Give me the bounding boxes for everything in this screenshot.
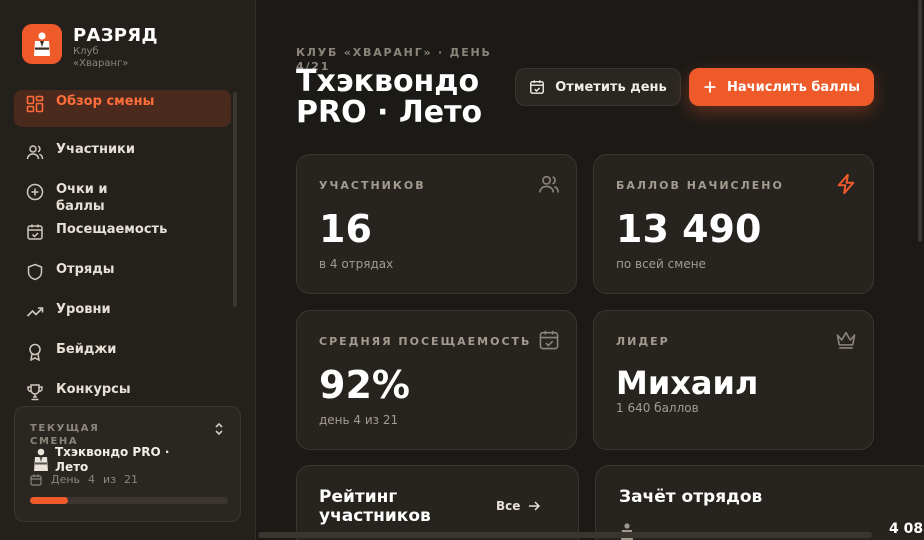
- sidebar-item-overview[interactable]: Обзор смены: [14, 90, 231, 127]
- sidebar-item-label: Отряды: [56, 262, 115, 277]
- trending-up-icon: [26, 307, 44, 317]
- sidebar-item-squads[interactable]: Отряды: [14, 261, 231, 281]
- sidebar-item-participants[interactable]: Участники: [14, 141, 231, 161]
- current-shift-name: Тхэквондо PRO · Лето: [55, 445, 170, 474]
- taekwondo-avatar-icon: [34, 448, 48, 471]
- day-of-word: из: [103, 473, 117, 486]
- shift-progress-bar: [30, 497, 228, 504]
- page-title: Тхэквондо PRO · Лето: [296, 64, 483, 130]
- arrow-right-icon: [529, 501, 541, 511]
- calendar-check-icon: [539, 330, 559, 350]
- main-scrollbar[interactable]: [918, 0, 922, 242]
- sidebar-item-levels[interactable]: Уровни: [14, 301, 231, 321]
- stat-value: 13 490: [616, 207, 762, 251]
- sidebar-item-points[interactable]: Очки и баллы: [14, 181, 231, 215]
- current-shift-day: День 4 из 21: [30, 473, 146, 486]
- horizontal-scrollbar[interactable]: [258, 532, 872, 538]
- sidebar-item-contests[interactable]: Конкурсы: [14, 381, 231, 401]
- calendar-check-icon: [27, 224, 43, 240]
- sidebar-item-badges[interactable]: Бейджи: [14, 341, 231, 361]
- teams-title: Зачёт отрядов: [619, 487, 763, 507]
- brand-club: Клуб «Хваранг»: [73, 46, 129, 69]
- stat-label: ЛИДЕР: [616, 335, 670, 348]
- stat-card-participants: УЧАСТНИКОВ 16 в 4 отрядах: [296, 154, 577, 294]
- sidebar-item-label: Бейджи: [56, 342, 117, 357]
- brand-name: РАЗРЯД: [73, 25, 158, 46]
- sidebar-item-attendance[interactable]: Посещаемость: [14, 221, 231, 241]
- sidebar-item-label: Обзор смены: [56, 94, 155, 109]
- plus-icon: [704, 81, 716, 93]
- sidebar-item-label: Уровни: [56, 302, 111, 317]
- rating-title: Рейтинг участников: [319, 487, 431, 526]
- plus-circle-icon: [26, 183, 44, 201]
- rating-all-link[interactable]: Все: [496, 499, 541, 513]
- lightning-icon: [837, 173, 855, 195]
- award-points-button[interactable]: Начислить баллы: [689, 68, 874, 106]
- stat-value: 16: [319, 207, 372, 251]
- day-word: День: [51, 473, 81, 486]
- stat-label: СРЕДНЯЯ ПОСЕЩАЕМОСТЬ: [319, 335, 532, 348]
- sidebar-nav: Обзор смены Участники Очки и баллы Посещ…: [14, 90, 231, 401]
- stat-sub: 1 640 баллов: [616, 401, 699, 415]
- calendar-check-icon: [530, 80, 545, 94]
- stat-sub: по всей смене: [616, 257, 706, 271]
- sidebar-item-label: Посещаемость: [56, 222, 168, 237]
- mark-day-button[interactable]: Отметить день: [515, 68, 681, 106]
- all-link-label: Все: [496, 499, 521, 513]
- brand-logo-icon: [22, 24, 62, 64]
- team-score: 4 08: [889, 521, 924, 537]
- calendar-icon: [30, 474, 42, 486]
- sidebar: РАЗРЯД Клуб «Хваранг» Обзор смены Участн…: [0, 0, 256, 540]
- users-icon: [26, 145, 44, 160]
- brand[interactable]: РАЗРЯД Клуб «Хваранг»: [22, 24, 158, 70]
- stat-sub: день 4 из 21: [319, 413, 399, 427]
- current-shift-card[interactable]: ТЕКУЩАЯ СМЕНА Тхэквондо PRO · Лето День …: [14, 406, 241, 522]
- stat-value: Михаил: [616, 364, 759, 402]
- award-points-label: Начислить баллы: [727, 79, 860, 95]
- users-icon: [539, 175, 559, 193]
- shield-icon: [27, 263, 43, 281]
- badge-icon: [29, 343, 41, 361]
- stat-card-attendance: СРЕДНЯЯ ПОСЕЩАЕМОСТЬ 92% день 4 из 21: [296, 310, 577, 450]
- stat-label: УЧАСТНИКОВ: [319, 179, 426, 192]
- sidebar-item-label: Участники: [56, 142, 135, 157]
- dashboard-icon: [26, 95, 44, 113]
- stat-label: БАЛЛОВ НАЧИСЛЕНО: [616, 179, 784, 192]
- stat-value: 92%: [319, 363, 410, 407]
- crown-icon: [836, 331, 856, 349]
- sidebar-item-label: Конкурсы: [56, 382, 131, 397]
- stat-sub: в 4 отрядах: [319, 257, 394, 271]
- mark-day-label: Отметить день: [555, 79, 667, 95]
- day-current: 4: [88, 473, 96, 486]
- shift-progress-fill: [30, 497, 68, 504]
- stat-card-leader: ЛИДЕР Михаил 1 640 баллов: [593, 310, 874, 450]
- stat-card-points: БАЛЛОВ НАЧИСЛЕНО 13 490 по всей смене: [593, 154, 874, 294]
- sidebar-scrollbar[interactable]: [233, 92, 237, 307]
- sidebar-item-label: Очки и баллы: [56, 182, 108, 214]
- trophy-icon: [27, 384, 43, 401]
- chevron-up-down-icon[interactable]: [213, 421, 225, 437]
- day-total: 21: [124, 473, 139, 486]
